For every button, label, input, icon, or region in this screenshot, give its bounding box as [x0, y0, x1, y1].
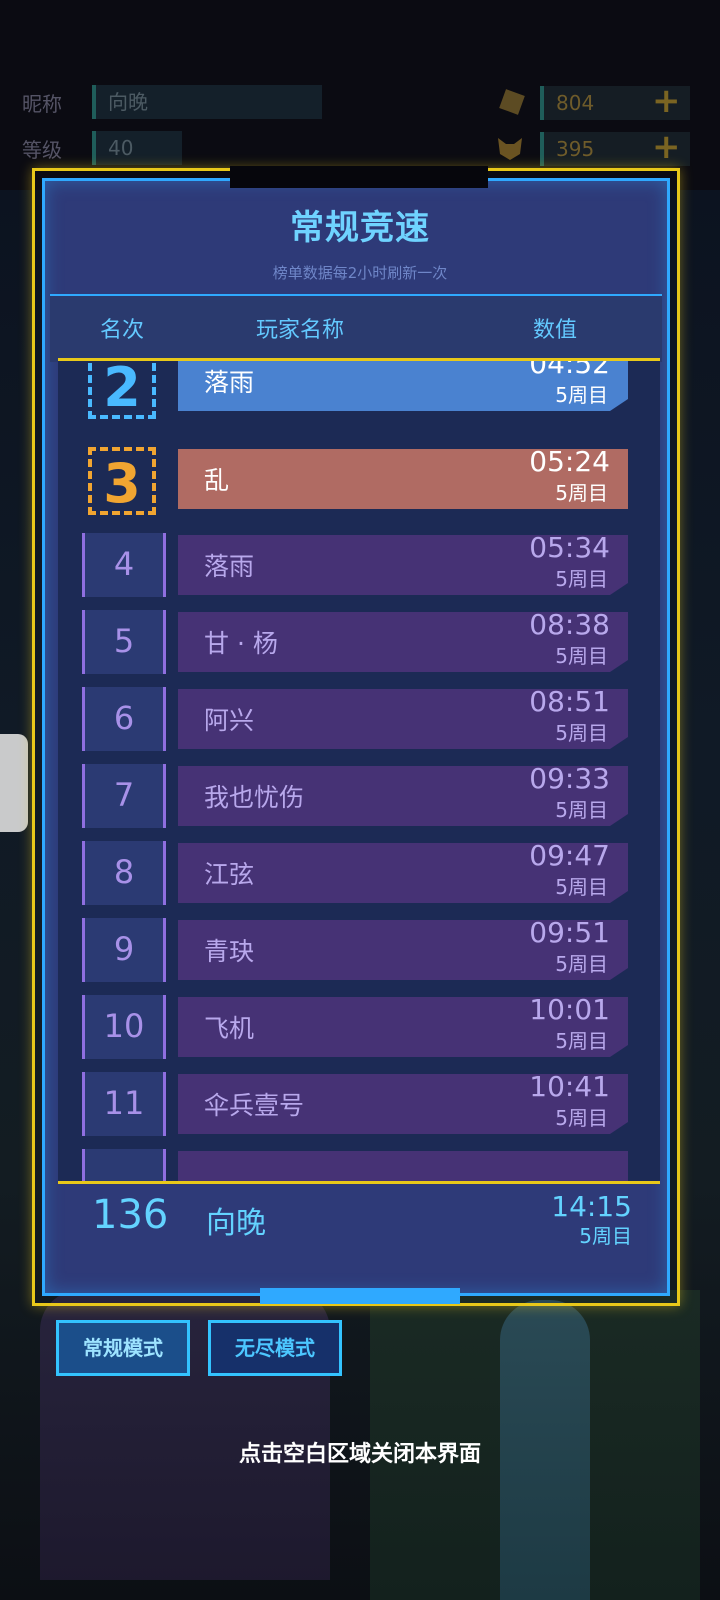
ranking-row-10[interactable]: 10 飞机 10:01 5周目	[58, 993, 660, 1063]
nickname-row: 昵称 向晚	[0, 84, 322, 120]
my-time: 14:15	[551, 1190, 632, 1223]
cycle-count: 5周目	[555, 1106, 608, 1130]
ranking-row-7[interactable]: 7 我也忧伤 09:33 5周目	[58, 762, 660, 832]
cat-icon	[498, 138, 522, 160]
clear-time: 10:41	[529, 1070, 610, 1103]
my-ranking-row: 136 向晚 14:15 5周目	[58, 1184, 660, 1248]
player-name: 飞机	[204, 1014, 255, 1043]
resource1-add-button[interactable]: +	[652, 84, 681, 118]
clear-time: 04:52	[529, 358, 610, 380]
clear-time: 09:33	[529, 762, 610, 795]
rank-number: 6	[82, 687, 166, 751]
ranking-row-4[interactable]: 4 落雨 05:34 5周目	[58, 531, 660, 601]
cycle-count: 5周目	[555, 1029, 608, 1053]
ranking-list-content: 2 落雨 04:52 5周目 3 乱 05:24 5周目 4 落雨 05:34 …	[58, 361, 660, 1181]
my-name: 向晚	[206, 1206, 266, 1241]
ranking-row-9[interactable]: 9 青玦 09:51 5周目	[58, 916, 660, 986]
refresh-note: 榜单数据每2小时刷新一次	[272, 264, 448, 282]
column-player: 玩家名称	[256, 318, 345, 343]
player-name: 伞兵壹号	[204, 1091, 305, 1120]
player-name: 青玦	[204, 937, 255, 966]
rank-number: 5	[82, 610, 166, 674]
ranking-row-6[interactable]: 6 阿兴 08:51 5周目	[58, 685, 660, 755]
panel-top-notch	[230, 166, 488, 188]
rank-number: 4	[82, 533, 166, 597]
normal-mode-button[interactable]: 常规模式	[56, 1320, 190, 1376]
ranking-row-11[interactable]: 11 伞兵壹号 10:41 5周目	[58, 1070, 660, 1140]
player-name: 我也忧伤	[204, 783, 305, 812]
clear-time: 05:34	[529, 531, 610, 564]
side-drawer-handle[interactable]	[0, 734, 28, 832]
clear-time: 08:38	[529, 608, 610, 641]
cycle-count: 5周目	[555, 567, 608, 591]
nickname-label: 昵称	[22, 91, 62, 116]
level-value: 40	[92, 131, 182, 165]
column-value: 数值	[533, 318, 578, 343]
cycle-count: 5周目	[555, 798, 608, 822]
nickname-value: 向晚	[92, 85, 322, 119]
cycle-count: 5周目	[555, 481, 608, 505]
cycle-count: 5周目	[555, 644, 608, 668]
cycle-count: 5周目	[555, 952, 608, 976]
leaderboard-title: 常规竞速	[290, 208, 430, 248]
rank-number: 11	[82, 1072, 166, 1136]
player-name: 落雨	[204, 368, 255, 397]
player-name: 落雨	[204, 552, 255, 581]
rank-number	[82, 1149, 166, 1181]
column-rank: 名次	[100, 318, 145, 343]
clear-time: 10:01	[529, 993, 610, 1026]
ranking-row-2[interactable]: 2 落雨 04:52 5周目	[58, 358, 660, 419]
clear-time: 09:47	[529, 839, 610, 872]
cycle-count: 5周目	[555, 383, 608, 407]
rank-number: 8	[82, 841, 166, 905]
resource2-add-button[interactable]: +	[652, 130, 681, 164]
ranking-row-8[interactable]: 8 江弦 09:47 5周目	[58, 839, 660, 909]
my-cycle: 5周目	[579, 1224, 632, 1248]
silver-medal-icon: 2	[88, 361, 156, 419]
clear-time: 08:51	[529, 685, 610, 718]
bronze-medal-icon: 3	[88, 447, 156, 515]
top-status-area: 昵称 向晚 等级 40 804 + 395 +	[0, 0, 720, 190]
my-rank: 136	[92, 1192, 169, 1238]
row-bar	[178, 1151, 628, 1181]
clear-time: 09:51	[529, 916, 610, 949]
player-name: 江弦	[204, 860, 255, 889]
ranking-row-3[interactable]: 3 乱 05:24 5周目	[58, 445, 660, 515]
clear-time: 05:24	[529, 445, 610, 478]
player-name: 甘 · 杨	[204, 629, 278, 658]
endless-mode-button[interactable]: 无尽模式	[208, 1320, 342, 1376]
player-name: 阿兴	[204, 706, 255, 735]
cycle-count: 5周目	[555, 721, 608, 745]
chip-icon	[499, 89, 525, 115]
close-hint: 点击空白区域关闭本界面	[238, 1442, 481, 1467]
ranking-row-5[interactable]: 5 甘 · 杨 08:38 5周目	[58, 608, 660, 678]
ranking-row-partial[interactable]	[58, 1149, 660, 1181]
ranking-list[interactable]: 2 落雨 04:52 5周目 3 乱 05:24 5周目 4 落雨 05:34 …	[58, 358, 660, 1184]
rank-number: 9	[82, 918, 166, 982]
player-name: 乱	[204, 466, 230, 495]
rank-number: 7	[82, 764, 166, 828]
level-row: 等级 40	[0, 130, 182, 166]
level-label: 等级	[22, 137, 62, 162]
rank-number: 10	[82, 995, 166, 1059]
cycle-count: 5周目	[555, 875, 608, 899]
panel-bottom-accent	[260, 1288, 460, 1304]
